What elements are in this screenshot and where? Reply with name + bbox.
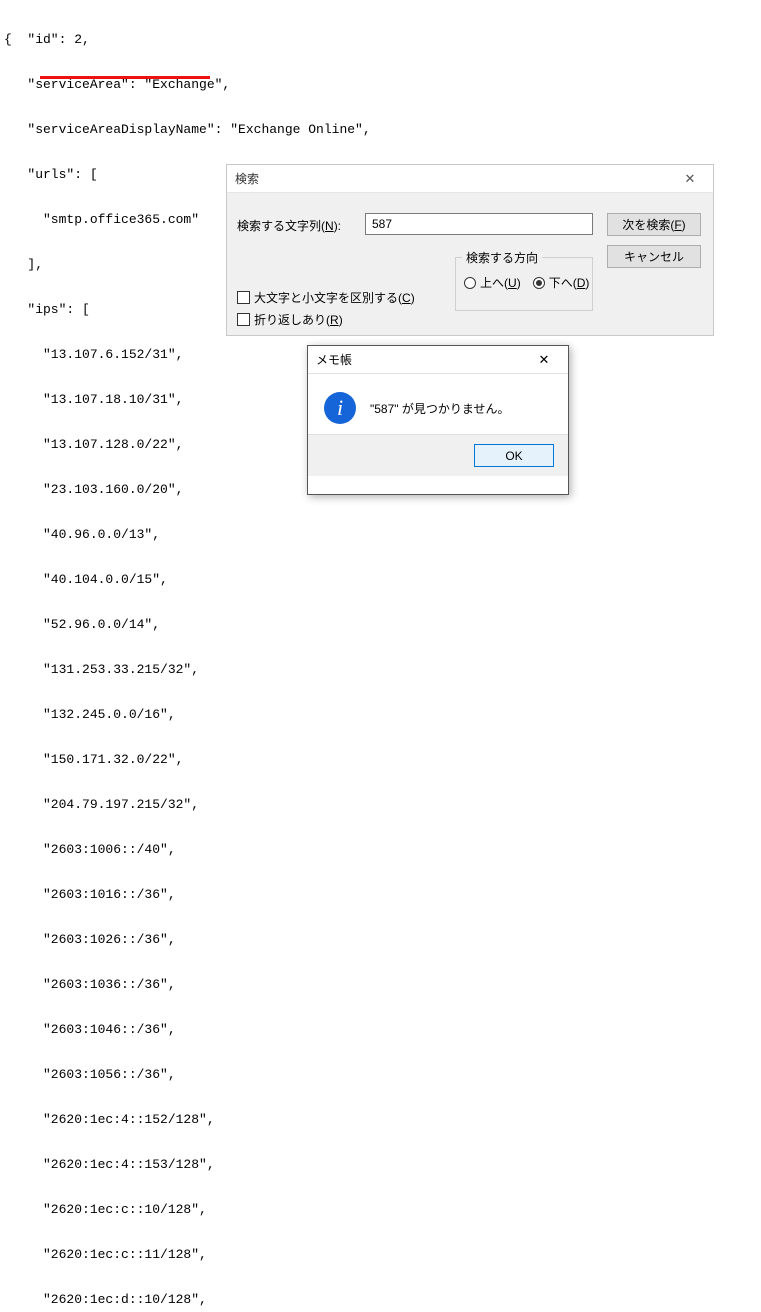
- checkbox-icon: [237, 291, 250, 304]
- code-line: "40.104.0.0/15",: [4, 572, 371, 587]
- direction-group-title: 検索する方向: [462, 249, 542, 266]
- code-line: "2603:1056::/36",: [4, 1067, 371, 1082]
- radio-icon: [464, 277, 476, 289]
- code-line: "serviceArea": "Exchange",: [4, 77, 371, 92]
- code-line: "serviceAreaDisplayName": "Exchange Onli…: [4, 122, 371, 137]
- direction-group: 検索する方向 上へ(U) 下へ(D): [455, 257, 593, 311]
- code-line: "2603:1026::/36",: [4, 932, 371, 947]
- code-line: "2603:1016::/36",: [4, 887, 371, 902]
- find-dialog: 検索 ✕ 検索する文字列(N): 次を検索(F) キャンセル 検索する方向 上へ…: [226, 164, 714, 336]
- radio-up[interactable]: 上へ(U): [464, 274, 521, 291]
- code-line: "150.171.32.0/22",: [4, 752, 371, 767]
- message-dialog-titlebar[interactable]: メモ帳 ✕: [308, 346, 568, 374]
- code-line: "131.253.33.215/32",: [4, 662, 371, 677]
- wrap-around-checkbox[interactable]: 折り返しあり(R): [237, 311, 343, 328]
- search-label: 検索する文字列(N):: [237, 217, 341, 234]
- code-line: "2603:1006::/40",: [4, 842, 371, 857]
- code-line: "40.96.0.0/13",: [4, 527, 371, 542]
- message-dialog-title: メモ帳: [316, 351, 352, 368]
- code-line: "204.79.197.215/32",: [4, 797, 371, 812]
- find-next-button[interactable]: 次を検索(F): [607, 213, 701, 236]
- annotation-underline: [40, 76, 210, 79]
- code-line: "2603:1036::/36",: [4, 977, 371, 992]
- radio-icon: [533, 277, 545, 289]
- match-case-checkbox[interactable]: 大文字と小文字を区別する(C): [237, 289, 415, 306]
- message-dialog: メモ帳 ✕ i "587" が見つかりません。 OK: [307, 345, 569, 495]
- code-line: "2620:1ec:c::11/128",: [4, 1247, 371, 1262]
- info-icon: i: [324, 392, 356, 424]
- message-text: "587" が見つかりません。: [370, 400, 510, 417]
- code-line: "2620:1ec:c::10/128",: [4, 1202, 371, 1217]
- code-line: "52.96.0.0/14",: [4, 617, 371, 632]
- code-line: { "id": 2,: [4, 32, 371, 47]
- radio-down[interactable]: 下へ(D): [533, 274, 590, 291]
- find-dialog-titlebar[interactable]: 検索 ✕: [227, 165, 713, 193]
- search-input[interactable]: [365, 213, 593, 235]
- close-icon[interactable]: ✕: [528, 350, 560, 370]
- close-icon[interactable]: ✕: [675, 169, 705, 189]
- cancel-button[interactable]: キャンセル: [607, 245, 701, 268]
- code-line: "2620:1ec:4::152/128",: [4, 1112, 371, 1127]
- ok-button[interactable]: OK: [474, 444, 554, 467]
- find-dialog-title: 検索: [235, 170, 259, 187]
- code-line: "2603:1046::/36",: [4, 1022, 371, 1037]
- checkbox-icon: [237, 313, 250, 326]
- code-line: "132.245.0.0/16",: [4, 707, 371, 722]
- code-line: "2620:1ec:4::153/128",: [4, 1157, 371, 1172]
- code-line: "2620:1ec:d::10/128",: [4, 1292, 371, 1307]
